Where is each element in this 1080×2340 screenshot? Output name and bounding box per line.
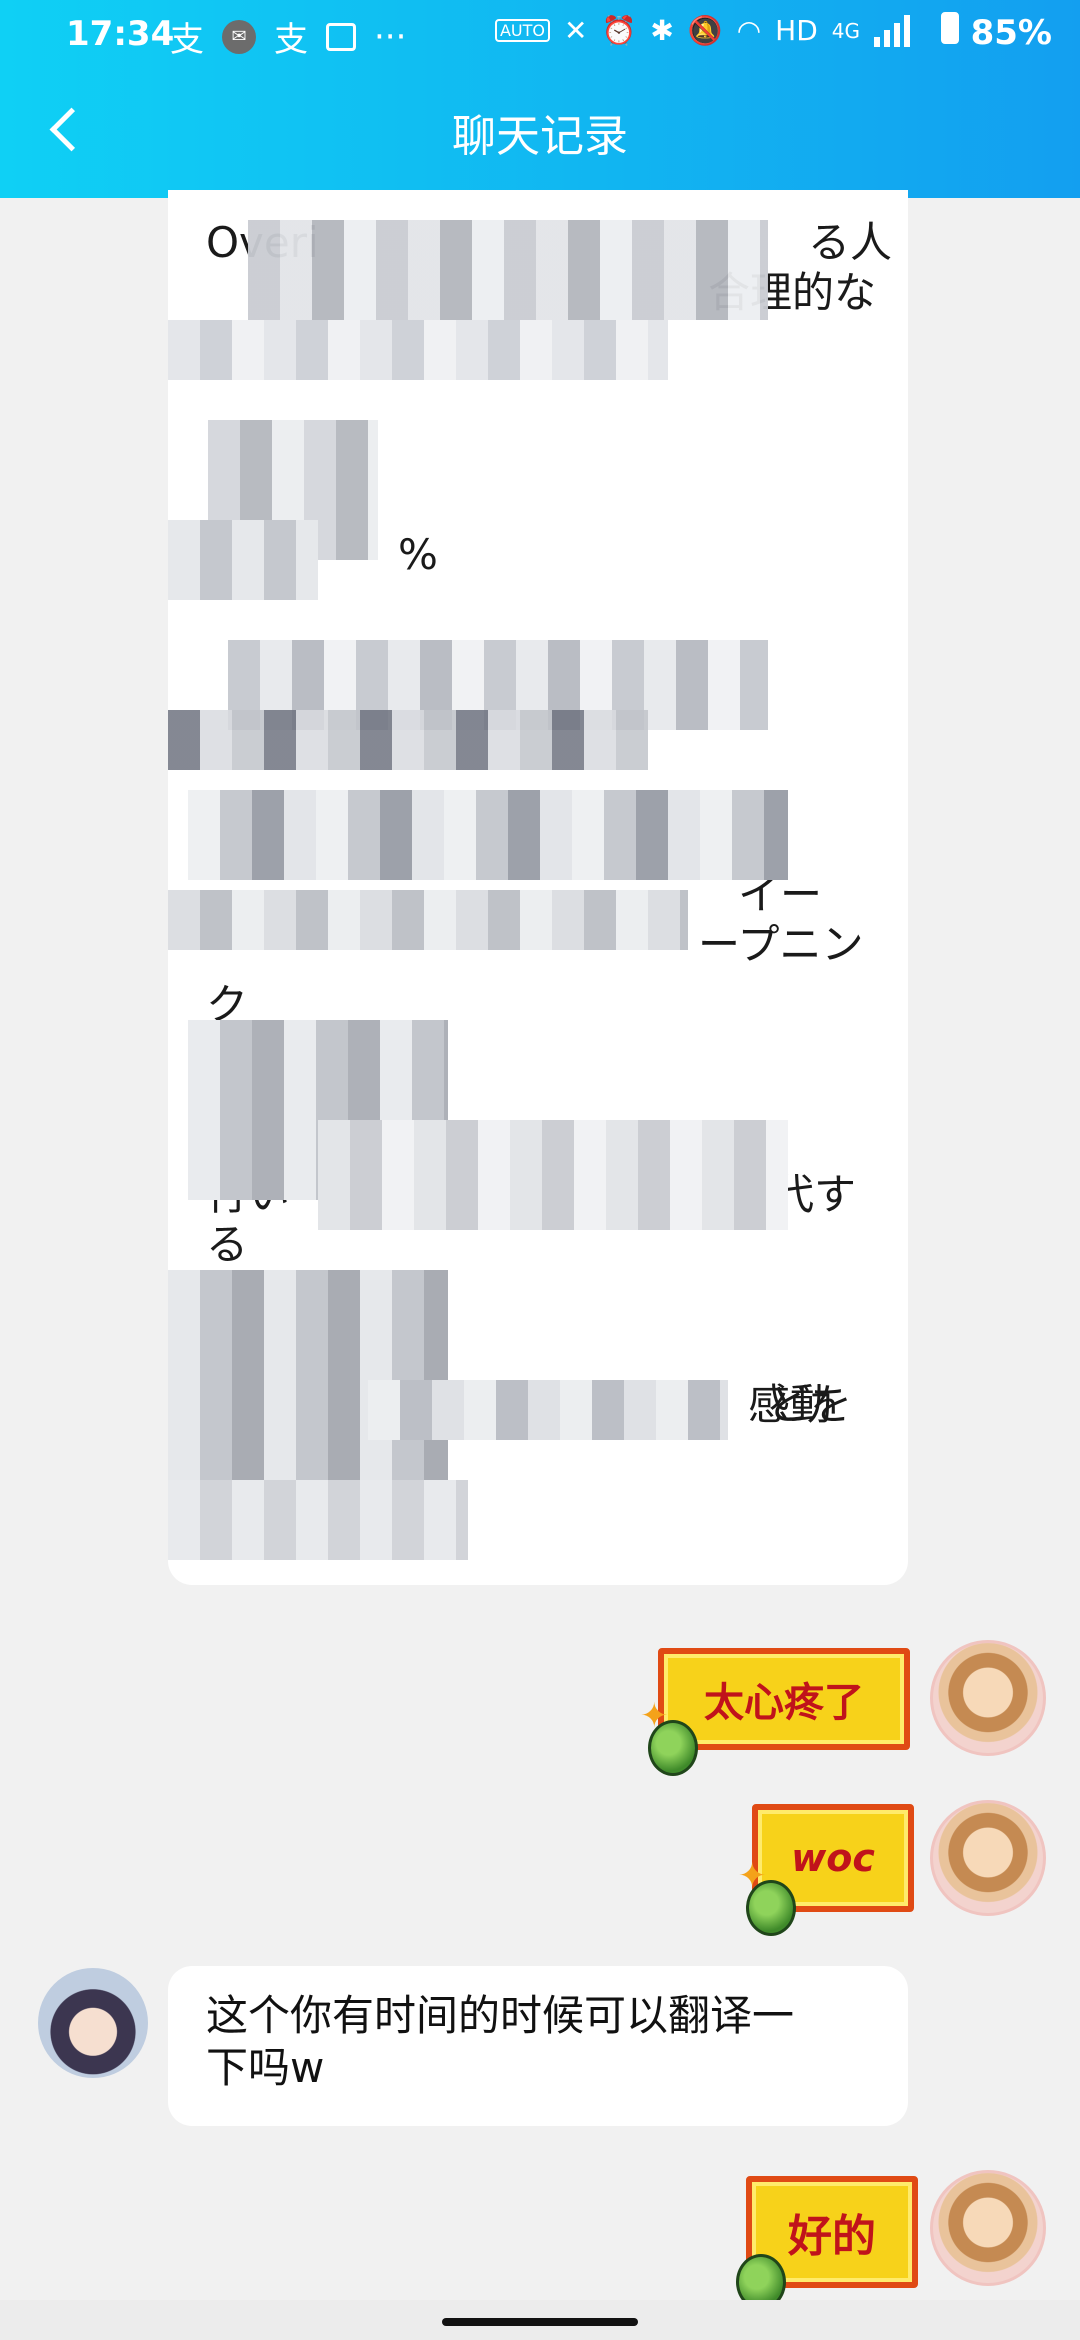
bluetooth-icon: ✱ [650, 14, 674, 47]
battery-indicator: 85% [940, 12, 1052, 53]
wifi-icon: ◠ [736, 14, 762, 47]
avatar[interactable] [930, 1800, 1046, 1916]
status-time: 17:34 [66, 14, 175, 54]
hd-label: HD [775, 14, 818, 47]
battery-icon [940, 12, 959, 44]
alipay-icon: 支 [170, 20, 204, 60]
avatar[interactable] [930, 2170, 1046, 2286]
battery-level: 85% [970, 13, 1052, 53]
sticker-label: 太心疼了 [658, 1648, 910, 1750]
home-indicator[interactable] [442, 2318, 638, 2326]
chat-message-bubble: 这个你有时间的时候可以翻译一 下吗w [168, 1966, 908, 2126]
auto-hz-icon: AUTO [494, 19, 551, 42]
system-icons: AUTO ✕ ⏰ ✱ 🔕 ◠ HD 4G [494, 14, 910, 47]
sticker[interactable]: 好的 [730, 2170, 926, 2310]
pixelated-redaction [168, 190, 908, 1585]
signal-icon [874, 14, 910, 47]
notification-icons: 支 ✉ 支 ··· [170, 12, 406, 61]
sticker[interactable]: 太心疼了 ✦ [640, 1630, 920, 1776]
message-text-line1: 这个你有时间的时候可以翻译一 [206, 1991, 795, 2040]
document-message-bubble: Overi る人 合理的な じめ ビ Ov % 組 イー ープニン ク 行い を… [168, 190, 908, 1585]
alarm-icon: ⏰ [601, 14, 637, 47]
4g-label: 4G [831, 18, 860, 43]
sticker-message-3: 好的 [0, 2150, 1080, 2310]
spark-icon: ✦ [738, 1856, 767, 1896]
sticker[interactable]: woc ✦ [738, 1794, 922, 1936]
alipay-icon-2: 支 [274, 20, 308, 60]
avatar[interactable] [38, 1968, 148, 2078]
mute-icon: 🔕 [687, 14, 723, 47]
image-icon [326, 22, 356, 51]
message-text-line2: 下吗w [206, 2043, 325, 2092]
avatar[interactable] [930, 1640, 1046, 1756]
sticker-message-1: 太心疼了 ✦ [0, 1620, 1080, 1776]
page-title: 聊天记录 [452, 111, 628, 162]
message-icon: ✉ [222, 19, 256, 54]
sticker-message-2: woc ✦ [0, 1780, 1080, 1936]
spark-icon: ✦ [640, 1696, 669, 1736]
status-bar: 17:34 支 ✉ 支 ··· AUTO ✕ ⏰ ✱ 🔕 ◠ HD 4G 85% [0, 0, 1080, 70]
x-icon: ✕ [564, 14, 588, 47]
more-dots-icon: ··· [374, 16, 407, 57]
app-header: 17:34 支 ✉ 支 ··· AUTO ✕ ⏰ ✱ 🔕 ◠ HD 4G 85%… [0, 0, 1080, 198]
